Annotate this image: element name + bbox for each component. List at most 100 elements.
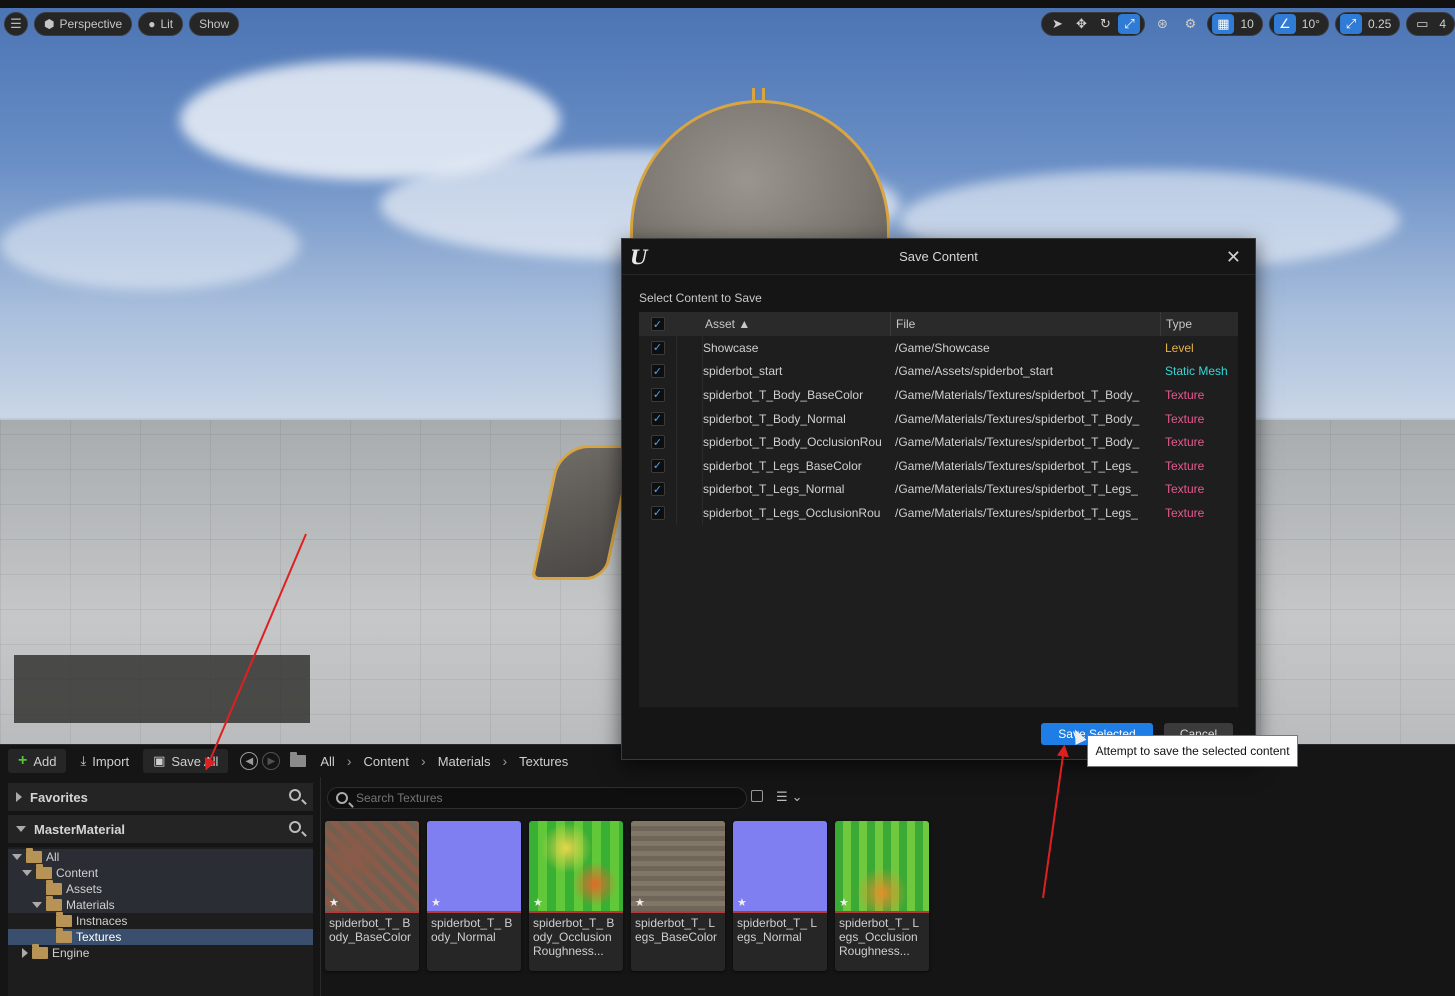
viewport-toolbar-left: ☰ ⬢ Perspective ● Lit Show [4,12,240,36]
filter-dropdown[interactable]: ☰ ⌄ [776,789,803,805]
list-item[interactable]: ✓ spiderbot_T_Body_OcclusionRou /Game/Ma… [639,430,1238,454]
column-asset[interactable]: Asset ▲ [703,312,891,336]
row-checkbox[interactable]: ✓ [650,505,665,520]
chevron-right-icon[interactable]: › [502,753,507,769]
collapse-arrow-icon[interactable] [32,902,42,908]
asset-file: /Game/Showcase [895,340,990,355]
collapse-arrow-icon[interactable] [16,826,26,832]
row-checkbox[interactable]: ✓ [650,482,665,497]
star-icon: ★ [635,897,645,909]
list-item[interactable]: ✓ spiderbot_T_Body_BaseColor /Game/Mater… [639,383,1238,407]
row-checkbox[interactable]: ✓ [650,411,665,426]
breadcrumb-content[interactable]: Content [363,754,409,769]
tree-item-engine[interactable]: Engine [8,944,313,961]
folder-icon[interactable] [290,752,307,767]
chevron-right-icon[interactable]: › [347,753,352,769]
expand-arrow-icon[interactable] [16,792,22,802]
lit-button[interactable]: ● Lit [138,12,184,36]
favorites-header[interactable]: Favorites [8,783,313,811]
row-checkbox[interactable]: ✓ [650,364,665,379]
folder-open-icon [26,848,42,863]
viewport-toolbar-right: ➤ ✥ ↻ ⤢ ⊛ ⚙ ▦ 10 ∠ 10° ⤢ 0.25 ▭ 4 [1041,12,1455,36]
scale-icon[interactable]: ⤢ [1118,14,1141,34]
show-button[interactable]: Show [189,12,240,36]
forward-icon[interactable]: ▶ [262,752,281,770]
collapse-arrow-icon[interactable] [22,870,32,876]
row-checkbox[interactable]: ✓ [650,458,665,473]
asset-tile[interactable]: ★ spiderbot_T_ Legs_Occlusion Roughness.… [835,821,929,971]
asset-tile[interactable]: ★ spiderbot_T_ Legs_BaseColor [631,821,725,971]
camera-icon[interactable]: ▭ [1411,14,1433,34]
add-button[interactable]: + Add [8,749,67,773]
breadcrumb-all[interactable]: All [320,754,334,769]
rotation-snap-group[interactable]: ∠ 10° [1268,12,1329,36]
perspective-button[interactable]: ⬢ Perspective [34,12,133,36]
select-icon[interactable]: ➤ [1046,14,1068,34]
surface-snap-icon[interactable]: ⚙ [1179,14,1201,34]
row-checkbox[interactable]: ✓ [650,435,665,450]
list-item[interactable]: ✓ spiderbot_T_Legs_OcclusionRou /Game/Ma… [639,501,1238,525]
title-strip [0,0,1455,8]
asset-search-box[interactable] [327,787,747,809]
asset-type: Texture [1165,387,1205,402]
row-checkbox[interactable]: ✓ [650,340,665,355]
asset-tile[interactable]: ★ spiderbot_T_ Body_Occlusion Roughness.… [529,821,623,971]
project-header[interactable]: MasterMaterial [8,815,313,843]
tree-item-assets[interactable]: Assets [8,880,313,897]
expand-arrow-icon[interactable] [22,948,28,958]
folder-icon [56,928,72,943]
check-cell: ✓ [639,359,677,384]
scale-snap-icon[interactable]: ⤢ [1339,14,1362,34]
move-icon[interactable]: ✥ [1070,14,1092,34]
close-icon[interactable]: ✕ [1226,247,1241,268]
tree-item-all[interactable]: All [8,848,313,865]
import-button[interactable]: ⤓ Import [70,749,139,773]
list-item[interactable]: ✓ spiderbot_T_Legs_Normal /Game/Material… [639,477,1238,502]
asset-file: /Game/Materials/Textures/spiderbot_T_Leg… [895,458,1138,473]
tree-item-textures[interactable]: Textures [8,928,313,945]
list-item[interactable]: ✓ spiderbot_T_Legs_BaseColor /Game/Mater… [639,453,1238,478]
world-local-icon[interactable]: ⊛ [1151,14,1173,34]
tree-item-materials[interactable]: Materials [8,896,313,913]
tree-item-instnaces[interactable]: Instnaces [8,912,313,929]
search-icon [336,792,348,804]
asset-tile[interactable]: ★ spiderbot_T_ Body_Normal [427,821,521,971]
dialog-subtitle: Select Content to Save [639,291,762,305]
tree-item-content[interactable]: Content [8,864,313,881]
back-icon[interactable]: ◀ [240,752,259,770]
asset-name: spiderbot_T_Legs_BaseColor [703,453,891,478]
scale-snap-group[interactable]: ⤢ 0.25 [1334,12,1401,36]
breadcrumb: All › Content › Materials › Textures [320,753,568,769]
sphere-icon: ● [148,17,156,31]
collapse-arrow-icon[interactable] [12,854,22,860]
select-all-checkbox[interactable]: ✓ [650,317,665,331]
asset-type: Texture [1165,435,1205,450]
chevron-right-icon[interactable]: › [421,753,426,769]
row-checkbox[interactable]: ✓ [650,387,665,402]
hamburger-menu-icon[interactable]: ☰ [4,12,28,36]
rotate-icon[interactable]: ↻ [1094,14,1116,34]
column-type[interactable]: Type [1161,312,1238,336]
asset-file: /Game/Materials/Textures/spiderbot_T_Bod… [895,435,1140,450]
list-item[interactable]: ✓ spiderbot_T_Body_Normal /Game/Material… [639,406,1238,431]
list-item[interactable]: ✓ spiderbot_start /Game/Assets/spiderbot… [639,359,1238,384]
unreal-logo-icon: U [630,245,648,269]
save-search-icon[interactable] [751,790,763,802]
search-icon[interactable] [289,821,301,833]
asset-name: spiderbot_T_Legs_Normal [703,477,891,502]
list-item[interactable]: ✓ Showcase /Game/Showcase Level [639,336,1238,360]
asset-tile[interactable]: ★ spiderbot_T_ Legs_Normal [733,821,827,971]
grid-snap-icon[interactable]: ▦ [1212,14,1235,34]
search-icon[interactable] [289,789,301,801]
asset-file: /Game/Assets/spiderbot_start [895,364,1054,379]
search-input[interactable] [356,791,726,805]
column-file[interactable]: File [891,312,1161,336]
tooltip: Attempt to save the selected content [1087,735,1298,767]
dialog-titlebar[interactable]: U Save Content ✕ [622,239,1255,275]
breadcrumb-textures[interactable]: Textures [519,754,568,769]
angle-snap-icon[interactable]: ∠ [1273,14,1296,34]
asset-tile[interactable]: ★ spiderbot_T_ Body_BaseColor [325,821,419,971]
grid-snap-group[interactable]: ▦ 10 [1207,12,1263,36]
camera-speed-group[interactable]: ▭ 4 [1406,12,1455,36]
breadcrumb-materials[interactable]: Materials [438,754,491,769]
